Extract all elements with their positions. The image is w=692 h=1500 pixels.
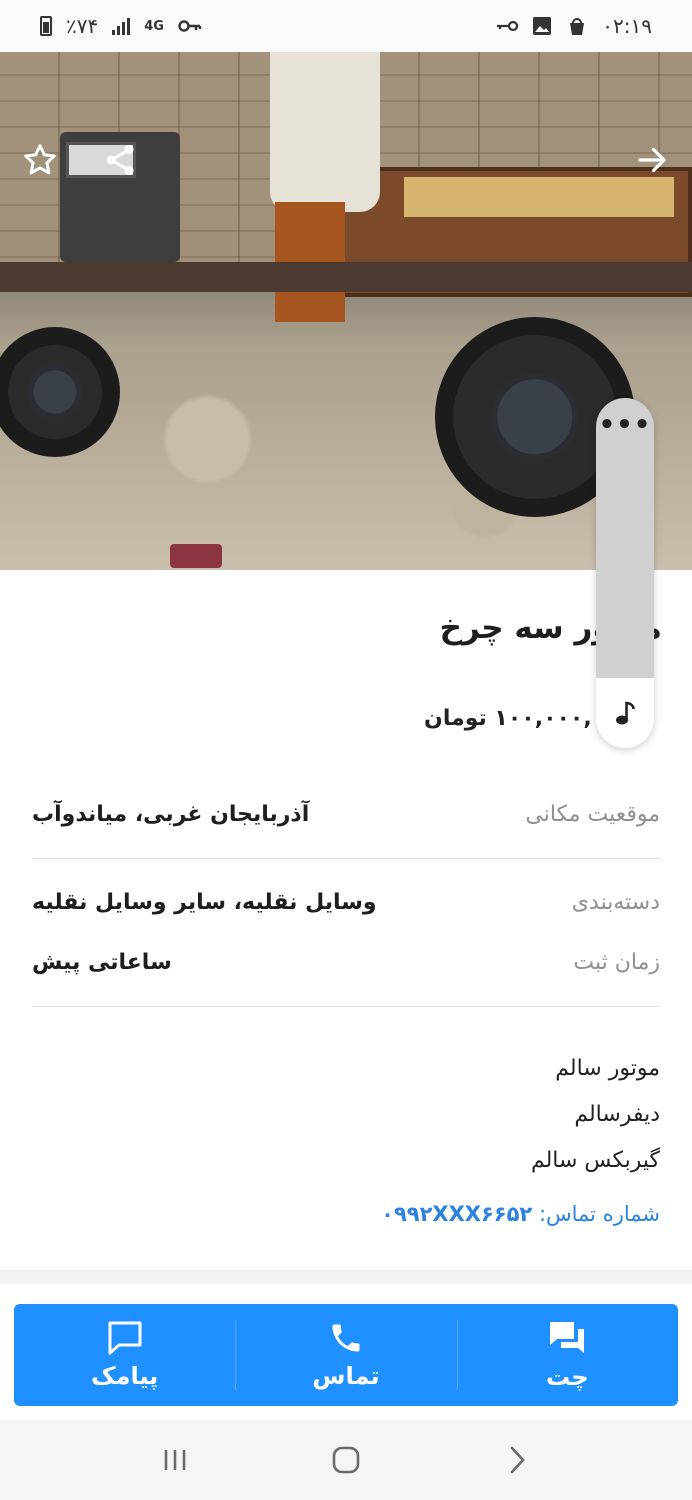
clock: ۰۲:۱۹: [602, 14, 652, 38]
time-row: زمان ثبت ساعاتی پیش: [32, 950, 660, 975]
location-value: آذربایجان غربی، میاندوآب: [32, 802, 310, 827]
sms-button[interactable]: پیامک: [14, 1304, 235, 1406]
status-bar-right: ۰۲:۱۹: [496, 14, 652, 38]
category-row: دسته‌بندی وسایل نقلیه، سایر وسایل نقلیه: [32, 890, 660, 915]
category-value[interactable]: وسایل نقلیه، سایر وسایل نقلیه: [32, 890, 377, 915]
back-arrow-icon[interactable]: [634, 142, 670, 178]
floating-media-widget[interactable]: •••: [596, 398, 654, 748]
key-icon: [497, 20, 519, 32]
back-button[interactable]: [497, 1440, 537, 1480]
time-label: زمان ثبت: [573, 950, 660, 975]
time-value: ساعاتی پیش: [32, 950, 172, 975]
home-button[interactable]: [326, 1440, 366, 1480]
chat-button[interactable]: چت: [456, 1304, 678, 1406]
media-button[interactable]: [596, 678, 654, 748]
message-icon: [108, 1321, 142, 1355]
battery-level: ٪۷۴: [66, 14, 99, 38]
phone-icon: [332, 1324, 360, 1352]
listing-description: موتور سالم دیفرسالم گیربکس سالم: [531, 1046, 660, 1184]
contact-number[interactable]: ۰۹۹۲XXX۶۶۵۲: [381, 1202, 532, 1226]
description-line: موتور سالم: [555, 1056, 660, 1081]
more-options-icon[interactable]: •••: [596, 410, 654, 440]
listing-card: موتور سه چرخ ۱۰۰,۰۰۰,۰۰۰ تومان موقعیت مک…: [0, 570, 692, 1270]
home-icon: [332, 1446, 360, 1474]
listing-image[interactable]: [0, 52, 692, 570]
system-nav-bar: [0, 1420, 692, 1500]
description-line: دیفرسالم: [574, 1102, 660, 1127]
recent-apps-icon: [165, 1450, 186, 1470]
share-icon[interactable]: [102, 142, 138, 178]
divider: [32, 858, 660, 859]
contact-phone[interactable]: شماره تماس: ۰۹۹۲XXX۶۶۵۲: [381, 1202, 660, 1226]
call-button[interactable]: تماس: [235, 1304, 456, 1406]
image-cover: [270, 52, 380, 212]
battery-icon: [40, 16, 52, 36]
location-label: موقعیت مکانی: [525, 802, 660, 827]
music-note-icon: [616, 701, 635, 725]
action-bar: پیامک تماس چت: [0, 1284, 692, 1420]
image-chassis: [0, 262, 692, 292]
recent-apps-button[interactable]: [155, 1440, 195, 1480]
description-line: گیربکس سالم: [530, 1148, 660, 1173]
category-label: دسته‌بندی: [571, 890, 660, 915]
signal-icon: [112, 17, 131, 35]
image-rag: [170, 544, 222, 568]
divider: [32, 1006, 660, 1007]
contact-label: شماره تماس:: [538, 1202, 660, 1226]
key-icon: [178, 20, 202, 32]
chevron-right-icon: [510, 1446, 525, 1474]
status-bar-left: ٪۷۴ 4G: [40, 14, 202, 38]
call-label: تماس: [312, 1362, 380, 1390]
chat-icon: [550, 1322, 585, 1353]
gallery-icon: [533, 17, 552, 35]
shopping-bag-icon: [570, 18, 585, 35]
network-type: 4G: [144, 18, 164, 34]
sms-label: پیامک: [91, 1362, 159, 1390]
location-row: موقعیت مکانی آذربایجان غربی، میاندوآب: [32, 802, 660, 827]
action-buttons: پیامک تماس چت: [14, 1304, 678, 1406]
bookmark-star-icon[interactable]: [22, 142, 58, 178]
chat-label: چت: [545, 1363, 589, 1391]
status-bar: ٪۷۴ 4G ۰۲:۱۹: [0, 0, 692, 52]
